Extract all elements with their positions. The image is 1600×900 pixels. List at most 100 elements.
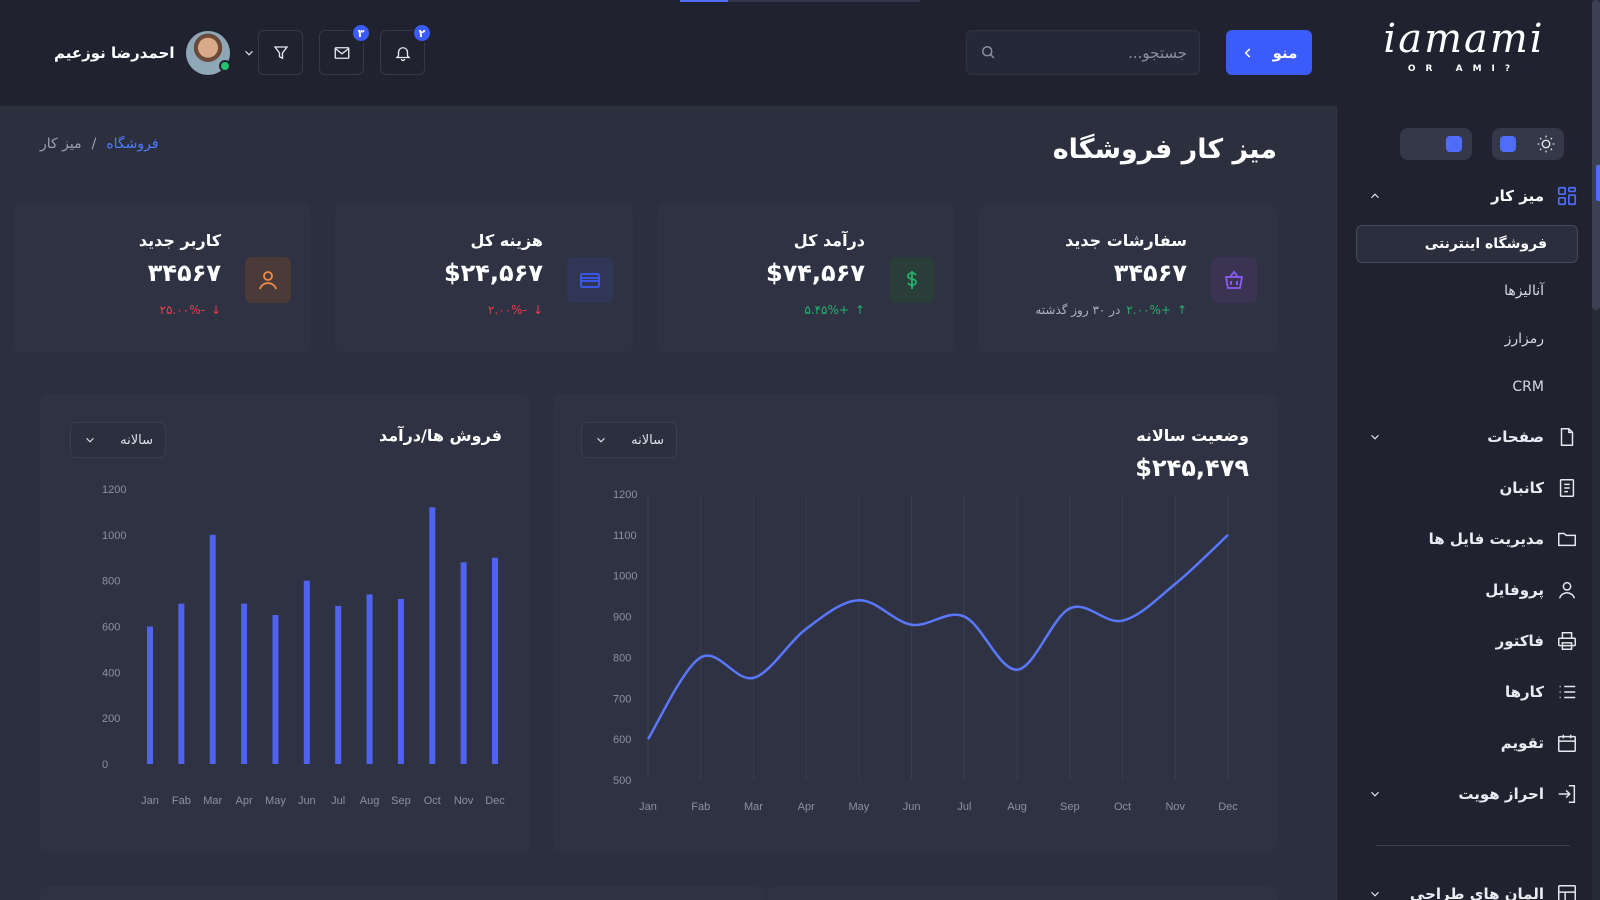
avatar[interactable] <box>186 31 232 75</box>
chevron-down-icon[interactable] <box>1368 887 1382 900</box>
y-tick-label: 1200 <box>102 484 126 496</box>
x-tick-label: Aug <box>360 795 380 807</box>
chevron-up-icon[interactable] <box>1368 189 1382 203</box>
y-tick-label: 1100 <box>613 530 637 542</box>
arrow-down-icon: ↓ <box>532 303 543 317</box>
arrow-down-icon: ↓ <box>210 303 221 317</box>
logo-text: iamami <box>1383 16 1545 62</box>
logo[interactable]: iamami OR AMI? <box>1364 14 1564 80</box>
light-theme-knob <box>1500 136 1516 152</box>
grid-icon <box>1557 186 1577 205</box>
x-tick-label: May <box>849 801 870 813</box>
x-tick-label: Jan <box>141 795 159 807</box>
search-icon[interactable] <box>979 43 997 61</box>
sidebar-item-calendar[interactable]: تقویم <box>1368 717 1578 768</box>
stat-change: ↓ -۲۵.۰۰% <box>160 303 221 317</box>
sidebar-item-pages[interactable]: صفحات <box>1368 411 1578 462</box>
x-tick-label: Dec <box>1218 801 1238 813</box>
x-tick-label: Jul <box>957 801 971 813</box>
bar <box>429 507 436 764</box>
dark-theme-toggle[interactable] <box>1400 128 1472 160</box>
sidebar-subitem-crypto[interactable]: رمزارز <box>1368 315 1578 363</box>
user-icon <box>1558 581 1576 598</box>
menu-button[interactable]: منو <box>1226 30 1312 75</box>
chevron-down-icon[interactable] <box>242 46 256 60</box>
mail-icon <box>334 46 349 59</box>
x-tick-label: Nov <box>454 795 474 807</box>
sidebar-item-invoice[interactable]: فاکتور <box>1368 615 1578 666</box>
bar <box>303 580 310 764</box>
printer-icon <box>1558 631 1576 650</box>
bar <box>272 615 279 764</box>
y-tick-label: 600 <box>102 622 120 634</box>
stat-value: $۲۴,۵۶۷ <box>443 259 543 287</box>
x-tick-label: Jun <box>903 801 921 813</box>
period-select-value: سالانه <box>120 432 153 448</box>
stat-card-total-cost: هزینه کل $۲۴,۵۶۷ ↓ -۲.۰۰% <box>335 203 633 353</box>
sidebar-item-kanban[interactable]: کانبان <box>1368 462 1578 513</box>
x-tick-label: Sep <box>1060 801 1080 813</box>
chevron-down-icon[interactable] <box>1368 787 1382 801</box>
sidebar-scrollbar-thumb[interactable] <box>1592 0 1600 310</box>
x-tick-label: May <box>265 795 286 807</box>
bar <box>397 599 404 764</box>
stat-change-value: +۲.۰۰% <box>1126 303 1171 317</box>
bottom-card-left <box>40 886 765 900</box>
breadcrumb-separator: / <box>91 136 97 152</box>
sidebar-item-authentication[interactable]: احراز هویت <box>1368 768 1578 819</box>
sidebar-item-label: احراز هویت <box>1458 784 1544 803</box>
filter-button[interactable] <box>258 30 303 75</box>
notifications-button[interactable]: ۲ <box>380 23 432 75</box>
stat-icon-box <box>567 257 613 303</box>
chevron-down-icon[interactable] <box>1368 430 1382 444</box>
arrow-up-icon: ↑ <box>854 303 865 317</box>
stat-change: ↑ +۵.۴۵% <box>804 303 865 317</box>
chevron-down-icon <box>86 437 94 443</box>
sidebar-item-profile[interactable]: پروفایل <box>1368 564 1578 615</box>
breadcrumb-link-store[interactable]: فروشگاه <box>106 136 158 152</box>
y-tick-label: 500 <box>613 775 631 787</box>
user-name: احمدرضا نوزعیم <box>54 44 175 62</box>
chevron-down-icon <box>597 437 605 443</box>
page-title: میز کار فروشگاه <box>1052 134 1277 165</box>
calendar-icon <box>1558 734 1576 752</box>
chart-total: $۲۴۵,۴۷۹ <box>1135 454 1249 482</box>
breadcrumb: فروشگاه / میز کار <box>40 136 159 152</box>
dollar-icon <box>907 271 917 289</box>
stat-value: ۳۴۵۶۷ <box>1113 259 1187 287</box>
credit-card-icon <box>580 273 600 288</box>
chart-title: وضعیت سالانه <box>1136 426 1249 445</box>
sidebar-scrollbar[interactable] <box>1592 0 1600 900</box>
messages-button[interactable]: ۳ <box>319 23 371 75</box>
chart-title: فروش ها/درآمد <box>378 426 502 445</box>
search-input[interactable] <box>1007 31 1187 74</box>
bar <box>335 605 342 764</box>
sidebar-item-tasks[interactable]: کارها <box>1368 666 1578 717</box>
period-select[interactable]: سالانه <box>581 422 677 458</box>
sidebar-item-label: صفحات <box>1487 427 1544 446</box>
sidebar-subitem-crm[interactable]: CRM <box>1368 363 1578 411</box>
sidebar: iamami OR AMI? میز کار فروشگاه اینترنتی … <box>1336 0 1600 900</box>
sidebar-subitem-ecommerce[interactable]: فروشگاه اینترنتی <box>1356 225 1578 263</box>
y-tick-label: 1000 <box>102 530 126 542</box>
y-tick-label: 800 <box>102 576 120 588</box>
y-tick-label: 1000 <box>613 571 637 583</box>
x-tick-label: Jul <box>331 795 345 807</box>
sidebar-item-file-manager[interactable]: مدیریت فایل ها <box>1368 513 1578 564</box>
search-box <box>966 30 1200 75</box>
sidebar-item-design-elements[interactable]: المان های طراحی <box>1368 868 1578 900</box>
stat-value: ۳۴۵۶۷ <box>147 259 221 287</box>
notifications-badge: ۲ <box>412 23 432 43</box>
y-tick-label: 1200 <box>613 489 637 501</box>
y-tick-label: 400 <box>102 667 120 679</box>
sidebar-subitem-analytics[interactable]: آنالیزها <box>1368 267 1578 315</box>
topbar-progress-fill <box>680 0 728 2</box>
period-select[interactable]: سالانه <box>70 422 166 458</box>
x-tick-label: Jan <box>639 801 657 813</box>
sidebar-item-dashboard[interactable]: میز کار <box>1368 170 1578 221</box>
x-tick-label: Fab <box>691 801 710 813</box>
user-menu[interactable]: احمدرضا نوزعیم <box>54 30 256 76</box>
light-theme-toggle[interactable] <box>1492 128 1564 160</box>
stat-card-new-users: کاربر جدید ۳۴۵۶۷ ↓ -۲۵.۰۰% <box>13 203 311 353</box>
y-tick-label: 800 <box>613 652 631 664</box>
